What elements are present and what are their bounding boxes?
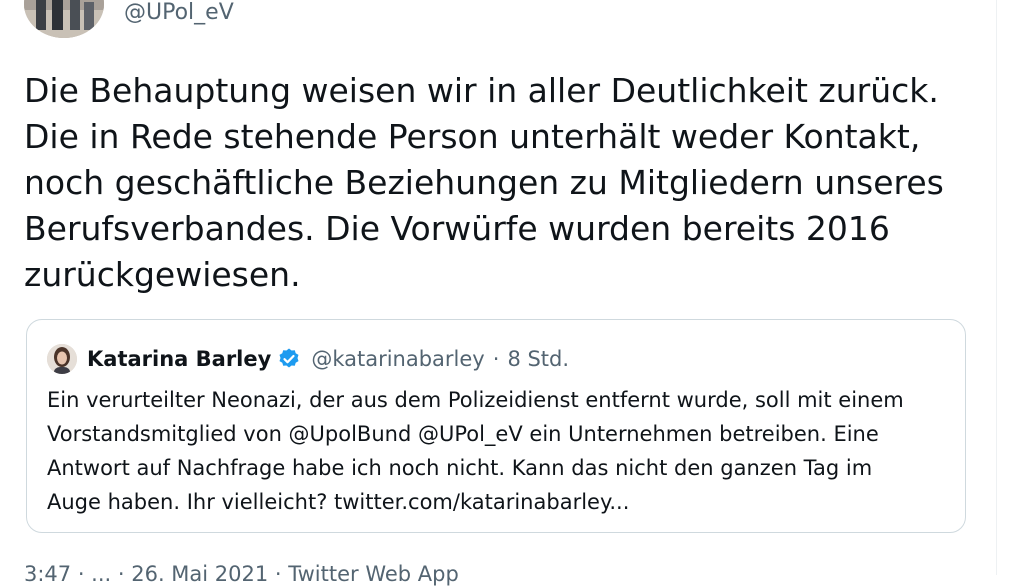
quoted-author-name[interactable]: Katarina Barley xyxy=(87,347,271,371)
tweet-text: Die Behauptung weisen wir in aller Deutl… xyxy=(24,71,944,294)
quoted-author-handle[interactable]: @katarinabarley xyxy=(311,347,484,371)
tweet-metadata[interactable]: 3:47 · ... · 26. Mai 2021 · Twitter Web … xyxy=(24,560,459,588)
avatar-photo-icon xyxy=(47,344,77,374)
quoted-tweet-timestamp[interactable]: 8 Std. xyxy=(507,347,569,371)
meta-separator: · xyxy=(492,347,500,371)
quoted-tweet-text: Ein verurteilter Neonazi, der aus dem Po… xyxy=(47,388,904,514)
author-handle[interactable]: @UPol_eV xyxy=(124,0,234,26)
quoted-tweet-card[interactable]: Katarina Barley @katarinabarley · 8 Std.… xyxy=(26,319,966,533)
column-divider xyxy=(996,0,997,575)
quoted-tweet-header: Katarina Barley @katarinabarley · 8 Std. xyxy=(47,342,569,376)
quoted-author-avatar[interactable] xyxy=(47,344,77,374)
verified-badge-icon xyxy=(279,348,299,368)
avatar-photo-icon xyxy=(24,0,104,38)
author-avatar[interactable] xyxy=(24,0,104,38)
